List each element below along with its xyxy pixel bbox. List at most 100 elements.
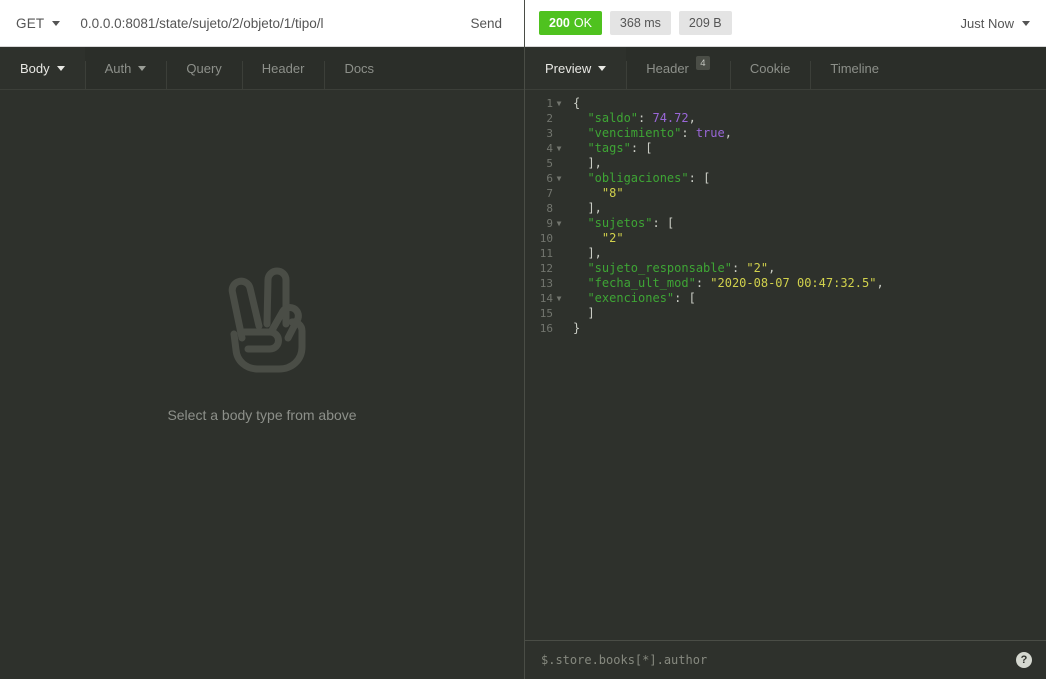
code-line-text: "2" — [565, 231, 1046, 246]
line-number: 2 — [546, 112, 553, 125]
response-timestamp-dropdown[interactable]: Just Now — [961, 16, 1030, 31]
http-method-label: GET — [16, 15, 45, 31]
status-text: OK — [573, 16, 592, 30]
token-punc — [573, 186, 602, 200]
token-key: "saldo" — [587, 111, 639, 125]
code-line-text: ] — [565, 306, 1046, 321]
code-line-text: "obligaciones": [ — [565, 171, 1046, 186]
send-button[interactable]: Send — [460, 0, 524, 46]
tab-label: Timeline — [830, 60, 880, 76]
token-brk: [ — [703, 171, 711, 185]
tab-label: Cookie — [749, 60, 791, 76]
request-tab-docs[interactable]: Docs — [324, 47, 394, 89]
response-tab-cookie[interactable]: Cookie — [729, 47, 810, 89]
response-pane: 200 OK 368 ms 209 B Just Now Preview Heade… — [524, 0, 1046, 679]
fold-arrow-icon[interactable]: ▼ — [553, 291, 565, 307]
line-number: 3 — [546, 127, 553, 140]
code-line: 9 ▼ "sujetos": [ — [525, 216, 1046, 231]
token-punc: : — [681, 126, 696, 140]
token-punc — [573, 216, 587, 230]
token-punc — [573, 171, 587, 185]
token-punc: : — [695, 276, 711, 290]
line-number: 5 — [546, 157, 553, 170]
token-bool: true — [695, 126, 725, 140]
fold-arrow-icon[interactable]: ▼ — [553, 96, 565, 112]
token-str: "2" — [746, 261, 769, 275]
line-number: 16 — [539, 322, 553, 335]
code-line-text: "sujeto_responsable": "2", — [565, 261, 1046, 276]
code-line-text: ], — [565, 156, 1046, 171]
token-key: "sujeto_responsable" — [587, 261, 732, 275]
code-line: 6 ▼ "obligaciones": [ — [525, 171, 1046, 186]
response-timestamp-label: Just Now — [960, 15, 1014, 31]
line-number: 8 — [546, 202, 553, 215]
line-number: 4 — [546, 142, 553, 155]
code-line: 2 "saldo": 74.72, — [525, 111, 1046, 126]
code-line-text: "vencimiento": true, — [565, 126, 1046, 141]
code-line-text: { — [565, 96, 1046, 111]
token-punc: , — [768, 261, 776, 275]
tab-label: Query — [186, 60, 222, 76]
response-tab-preview[interactable]: Preview — [525, 47, 627, 89]
request-tab-header[interactable]: Header — [241, 47, 325, 89]
status-code: 200 — [549, 16, 570, 30]
line-number: 12 — [539, 262, 553, 275]
line-number: 7 — [546, 187, 553, 200]
url-input[interactable] — [72, 0, 461, 46]
api-client-window: GET Send Body Auth Query Header Docs — [0, 0, 1046, 679]
token-punc: : — [674, 291, 689, 305]
token-brk: ] — [587, 306, 595, 320]
response-tab-header[interactable]: Header 4 — [626, 47, 730, 89]
token-brk: { — [573, 96, 581, 110]
request-tabbar: Body Auth Query Header Docs — [0, 47, 524, 90]
http-method-dropdown[interactable]: GET — [0, 0, 72, 46]
token-brk: [ — [666, 216, 675, 230]
line-number: 13 — [539, 277, 553, 290]
token-num: 74.72 — [652, 111, 689, 125]
tab-label: Body — [20, 60, 50, 76]
request-tab-body[interactable]: Body — [0, 47, 85, 89]
response-tabbar: Preview Header 4 Cookie Timeline — [525, 47, 1046, 90]
help-icon[interactable]: ? — [1016, 652, 1032, 668]
code-line-text: "saldo": 74.72, — [565, 111, 1046, 126]
token-brk: ], — [587, 156, 602, 170]
request-pane: GET Send Body Auth Query Header Docs — [0, 0, 524, 679]
token-punc — [573, 291, 587, 305]
chevron-down-icon — [138, 65, 147, 71]
code-line: 13 "fecha_ult_mod": "2020-08-07 00:47:32… — [525, 276, 1046, 291]
code-line: 4 ▼ "tags": [ — [525, 141, 1046, 156]
chevron-down-icon — [56, 65, 65, 71]
code-line-text: } — [565, 321, 1046, 336]
empty-state-message: Select a body type from above — [167, 407, 357, 423]
fold-arrow-icon[interactable]: ▼ — [553, 171, 565, 187]
request-toolbar: GET Send — [0, 0, 524, 47]
code-line: 12 "sujeto_responsable": "2", — [525, 261, 1046, 276]
response-tab-timeline[interactable]: Timeline — [810, 47, 899, 89]
code-line-text: ], — [565, 201, 1046, 216]
request-tab-auth[interactable]: Auth — [84, 47, 167, 89]
token-punc — [573, 156, 587, 170]
token-str: "2020-08-07 00:47:32.5" — [710, 276, 877, 290]
chevron-down-icon — [1022, 20, 1030, 26]
victory-hand-icon — [214, 266, 310, 381]
code-line: 7 "8" — [525, 186, 1046, 201]
token-brk: ], — [587, 201, 602, 215]
code-line: 14 ▼ "exenciones": [ — [525, 291, 1046, 306]
chevron-down-icon — [598, 65, 607, 71]
code-line: 3 "vencimiento": true, — [525, 126, 1046, 141]
token-punc: : — [630, 141, 646, 155]
code-line-text: ], — [565, 246, 1046, 261]
response-preview-viewer[interactable]: 1 ▼{2 "saldo": 74.72, 3 "vencimiento": tru… — [525, 90, 1046, 640]
fold-arrow-icon[interactable]: ▼ — [553, 216, 565, 232]
token-punc: , — [688, 111, 696, 125]
token-key: "vencimiento" — [587, 126, 682, 140]
fold-arrow-icon[interactable]: ▼ — [553, 141, 565, 157]
response-statusbar: 200 OK 368 ms 209 B Just Now — [525, 0, 1046, 47]
request-tab-query[interactable]: Query — [166, 47, 241, 89]
token-key: "tags" — [587, 141, 631, 155]
line-number: 6 — [546, 172, 553, 185]
jsonpath-filter-input[interactable] — [541, 653, 1016, 667]
token-str: "2" — [601, 231, 624, 245]
code-line-text: "exenciones": [ — [565, 291, 1046, 306]
token-punc: : — [688, 171, 704, 185]
